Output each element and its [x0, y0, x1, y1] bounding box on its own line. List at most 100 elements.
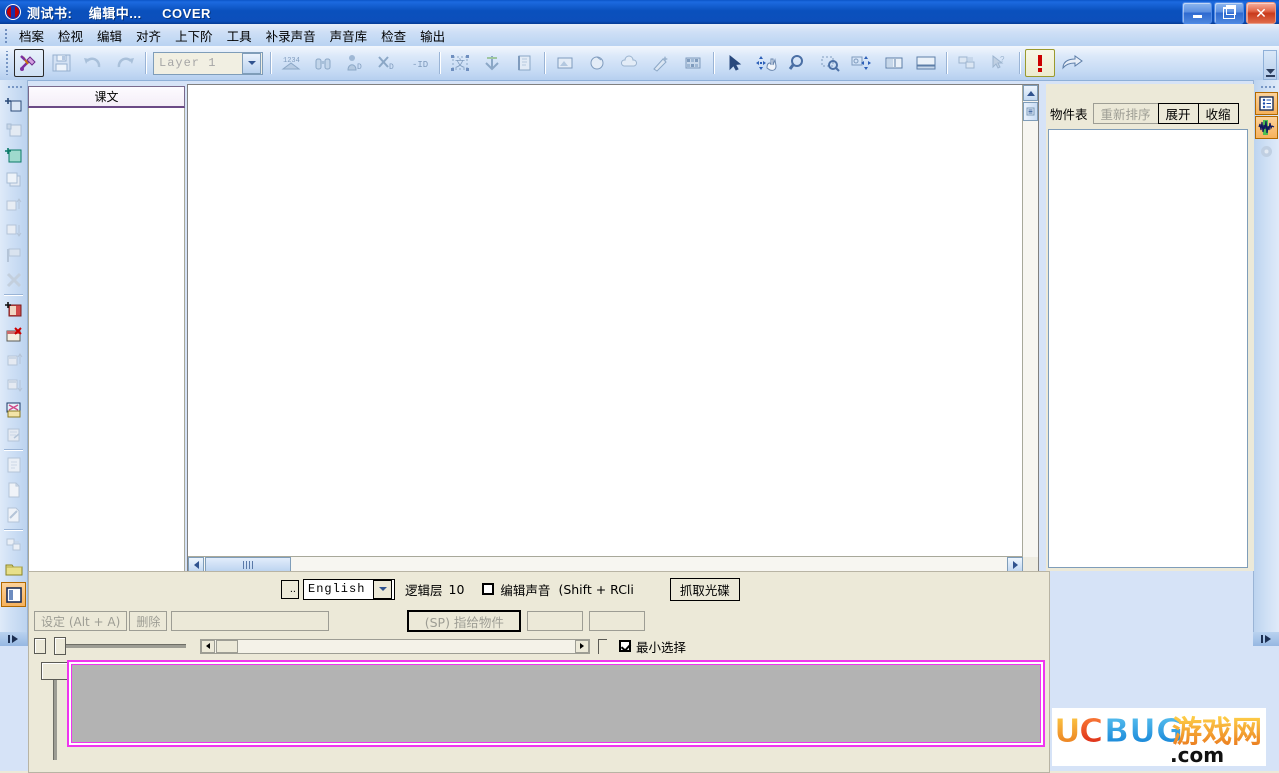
expand-button[interactable]: 展开 [1157, 102, 1199, 124]
assign-object-button[interactable]: (SP) 指给物件 [407, 610, 522, 632]
move-page-up-button[interactable] [1, 192, 26, 217]
duplicate-button[interactable] [1, 532, 26, 557]
pan-region-button[interactable] [847, 49, 877, 77]
cut-3d-button[interactable]: D [372, 49, 402, 77]
scroll-up-button[interactable] [1023, 85, 1038, 101]
timeline-scroll-thumb[interactable] [216, 639, 238, 653]
amplitude-slider-track[interactable] [53, 668, 57, 760]
insert-page-button[interactable] [1, 117, 26, 142]
redo-button[interactable] [110, 49, 140, 77]
move-page-down-button[interactable] [1, 217, 26, 242]
menu-item-order[interactable]: 上下阶 [168, 24, 220, 47]
scroll-right-button[interactable] [1007, 557, 1023, 572]
chapter-down-button[interactable] [1, 372, 26, 397]
cloud-shape-button[interactable] [614, 49, 644, 77]
ellipsis-button[interactable]: .. [281, 579, 299, 599]
menu-item-align[interactable]: 对齐 [129, 24, 168, 47]
menu-item-output[interactable]: 输出 [413, 24, 452, 47]
minimize-button[interactable] [1182, 2, 1212, 24]
settings-button[interactable] [1255, 140, 1278, 163]
collapse-button[interactable]: 收缩 [1197, 102, 1239, 124]
tools-button[interactable] [14, 49, 44, 77]
delete-page-button[interactable] [1, 267, 26, 292]
person-3d-button[interactable]: D [340, 49, 370, 77]
undo-button[interactable] [78, 49, 108, 77]
horizontal-scroll-thumb[interactable] [205, 557, 291, 572]
add-page-button[interactable] [1, 92, 26, 117]
clipboard-button[interactable] [1, 452, 26, 477]
amplitude-slider[interactable] [37, 662, 71, 762]
zoom-region-button[interactable] [815, 49, 845, 77]
small-field-2[interactable] [589, 611, 646, 631]
copy-page-button[interactable] [1, 167, 26, 192]
set-button[interactable]: 设定 (Alt + A) [34, 611, 128, 631]
alert-button[interactable] [1025, 49, 1055, 77]
canvas-vertical-scrollbar[interactable] [1022, 85, 1038, 672]
anchor-button[interactable] [477, 49, 507, 77]
zoom-slider-track[interactable] [66, 644, 186, 648]
object-list[interactable] [1048, 129, 1248, 568]
edit-sound-checkbox[interactable] [482, 583, 495, 595]
zoom-button[interactable] [783, 49, 813, 77]
folder-button[interactable] [1, 557, 26, 582]
page-tab-lesson[interactable]: 课文 [28, 86, 185, 108]
text-box-button[interactable]: 文 [445, 49, 475, 77]
binoculars-button[interactable] [308, 49, 338, 77]
scroll-left-button[interactable] [188, 557, 204, 572]
remove-chapter-button[interactable] [1, 322, 26, 347]
language-select[interactable]: English [303, 578, 395, 600]
page-flag-button[interactable] [1, 242, 26, 267]
menu-item-edit[interactable]: 编辑 [90, 24, 129, 47]
page-list-body[interactable] [28, 106, 185, 572]
frame-button[interactable] [550, 49, 580, 77]
min-select-checkbox[interactable] [619, 640, 631, 652]
vertical-scroll-thumb[interactable] [1023, 102, 1038, 121]
document-button[interactable] [1, 477, 26, 502]
toolbar-drag-grip[interactable] [3, 51, 11, 75]
waveform-panel[interactable] [67, 660, 1045, 747]
toolbar-overflow-button[interactable] [1263, 50, 1277, 80]
chapter-up-button[interactable] [1, 347, 26, 372]
menu-item-soundlib[interactable]: 声音库 [323, 24, 375, 47]
canvas-horizontal-scrollbar[interactable] [188, 556, 1023, 572]
film-button[interactable] [678, 49, 708, 77]
circle-shape-button[interactable] [582, 49, 612, 77]
single-view-button[interactable] [911, 49, 941, 77]
left-toolbar-drag-grip[interactable] [5, 83, 22, 90]
layer-select[interactable]: Layer 1 [153, 51, 263, 75]
layer-dropdown-button[interactable] [242, 52, 261, 74]
waveform-display[interactable] [71, 664, 1041, 743]
timeline-scroll-left-button[interactable] [201, 639, 215, 653]
menu-item-record[interactable]: 补录声音 [259, 24, 323, 47]
save-button[interactable] [46, 49, 76, 77]
right-toolbar-drag-grip[interactable] [1258, 83, 1275, 90]
right-toolbar-overflow-button[interactable] [1253, 632, 1279, 646]
page-button[interactable] [509, 49, 539, 77]
left-toolbar-overflow-button[interactable] [0, 632, 27, 646]
timeline-scroll-right-button[interactable] [575, 639, 589, 653]
restore-button[interactable] [1214, 2, 1244, 24]
help-pointer-button[interactable]: ? [984, 49, 1014, 77]
menu-item-check[interactable]: 检查 [374, 24, 413, 47]
new-page-button[interactable] [1, 142, 26, 167]
page-canvas[interactable] [188, 85, 1023, 557]
reorder-button[interactable]: 重新排序 [1092, 102, 1159, 124]
magic-wand-button[interactable] [646, 49, 676, 77]
export-button[interactable] [1057, 49, 1087, 77]
small-field-1[interactable] [527, 611, 584, 631]
grab-disc-button[interactable]: 抓取光碟 [669, 577, 740, 601]
zoom-slider-thumb[interactable] [54, 637, 66, 655]
numbering-button[interactable]: 1234 [276, 49, 306, 77]
id-button[interactable]: -ID- [404, 49, 434, 77]
object-name-field[interactable] [171, 611, 330, 631]
pointer-button[interactable] [719, 49, 749, 77]
page-props-button[interactable] [1, 422, 26, 447]
marker-handle[interactable] [598, 638, 607, 654]
book-layout-button[interactable] [1, 397, 26, 422]
arrange-button[interactable] [952, 49, 982, 77]
edit-doc-button[interactable] [1, 502, 26, 527]
delete-button[interactable]: 删除 [129, 611, 168, 631]
panel-toggle-button[interactable] [1, 582, 26, 607]
move-hand-button[interactable] [751, 49, 781, 77]
timeline-scrollbar[interactable] [200, 638, 590, 654]
